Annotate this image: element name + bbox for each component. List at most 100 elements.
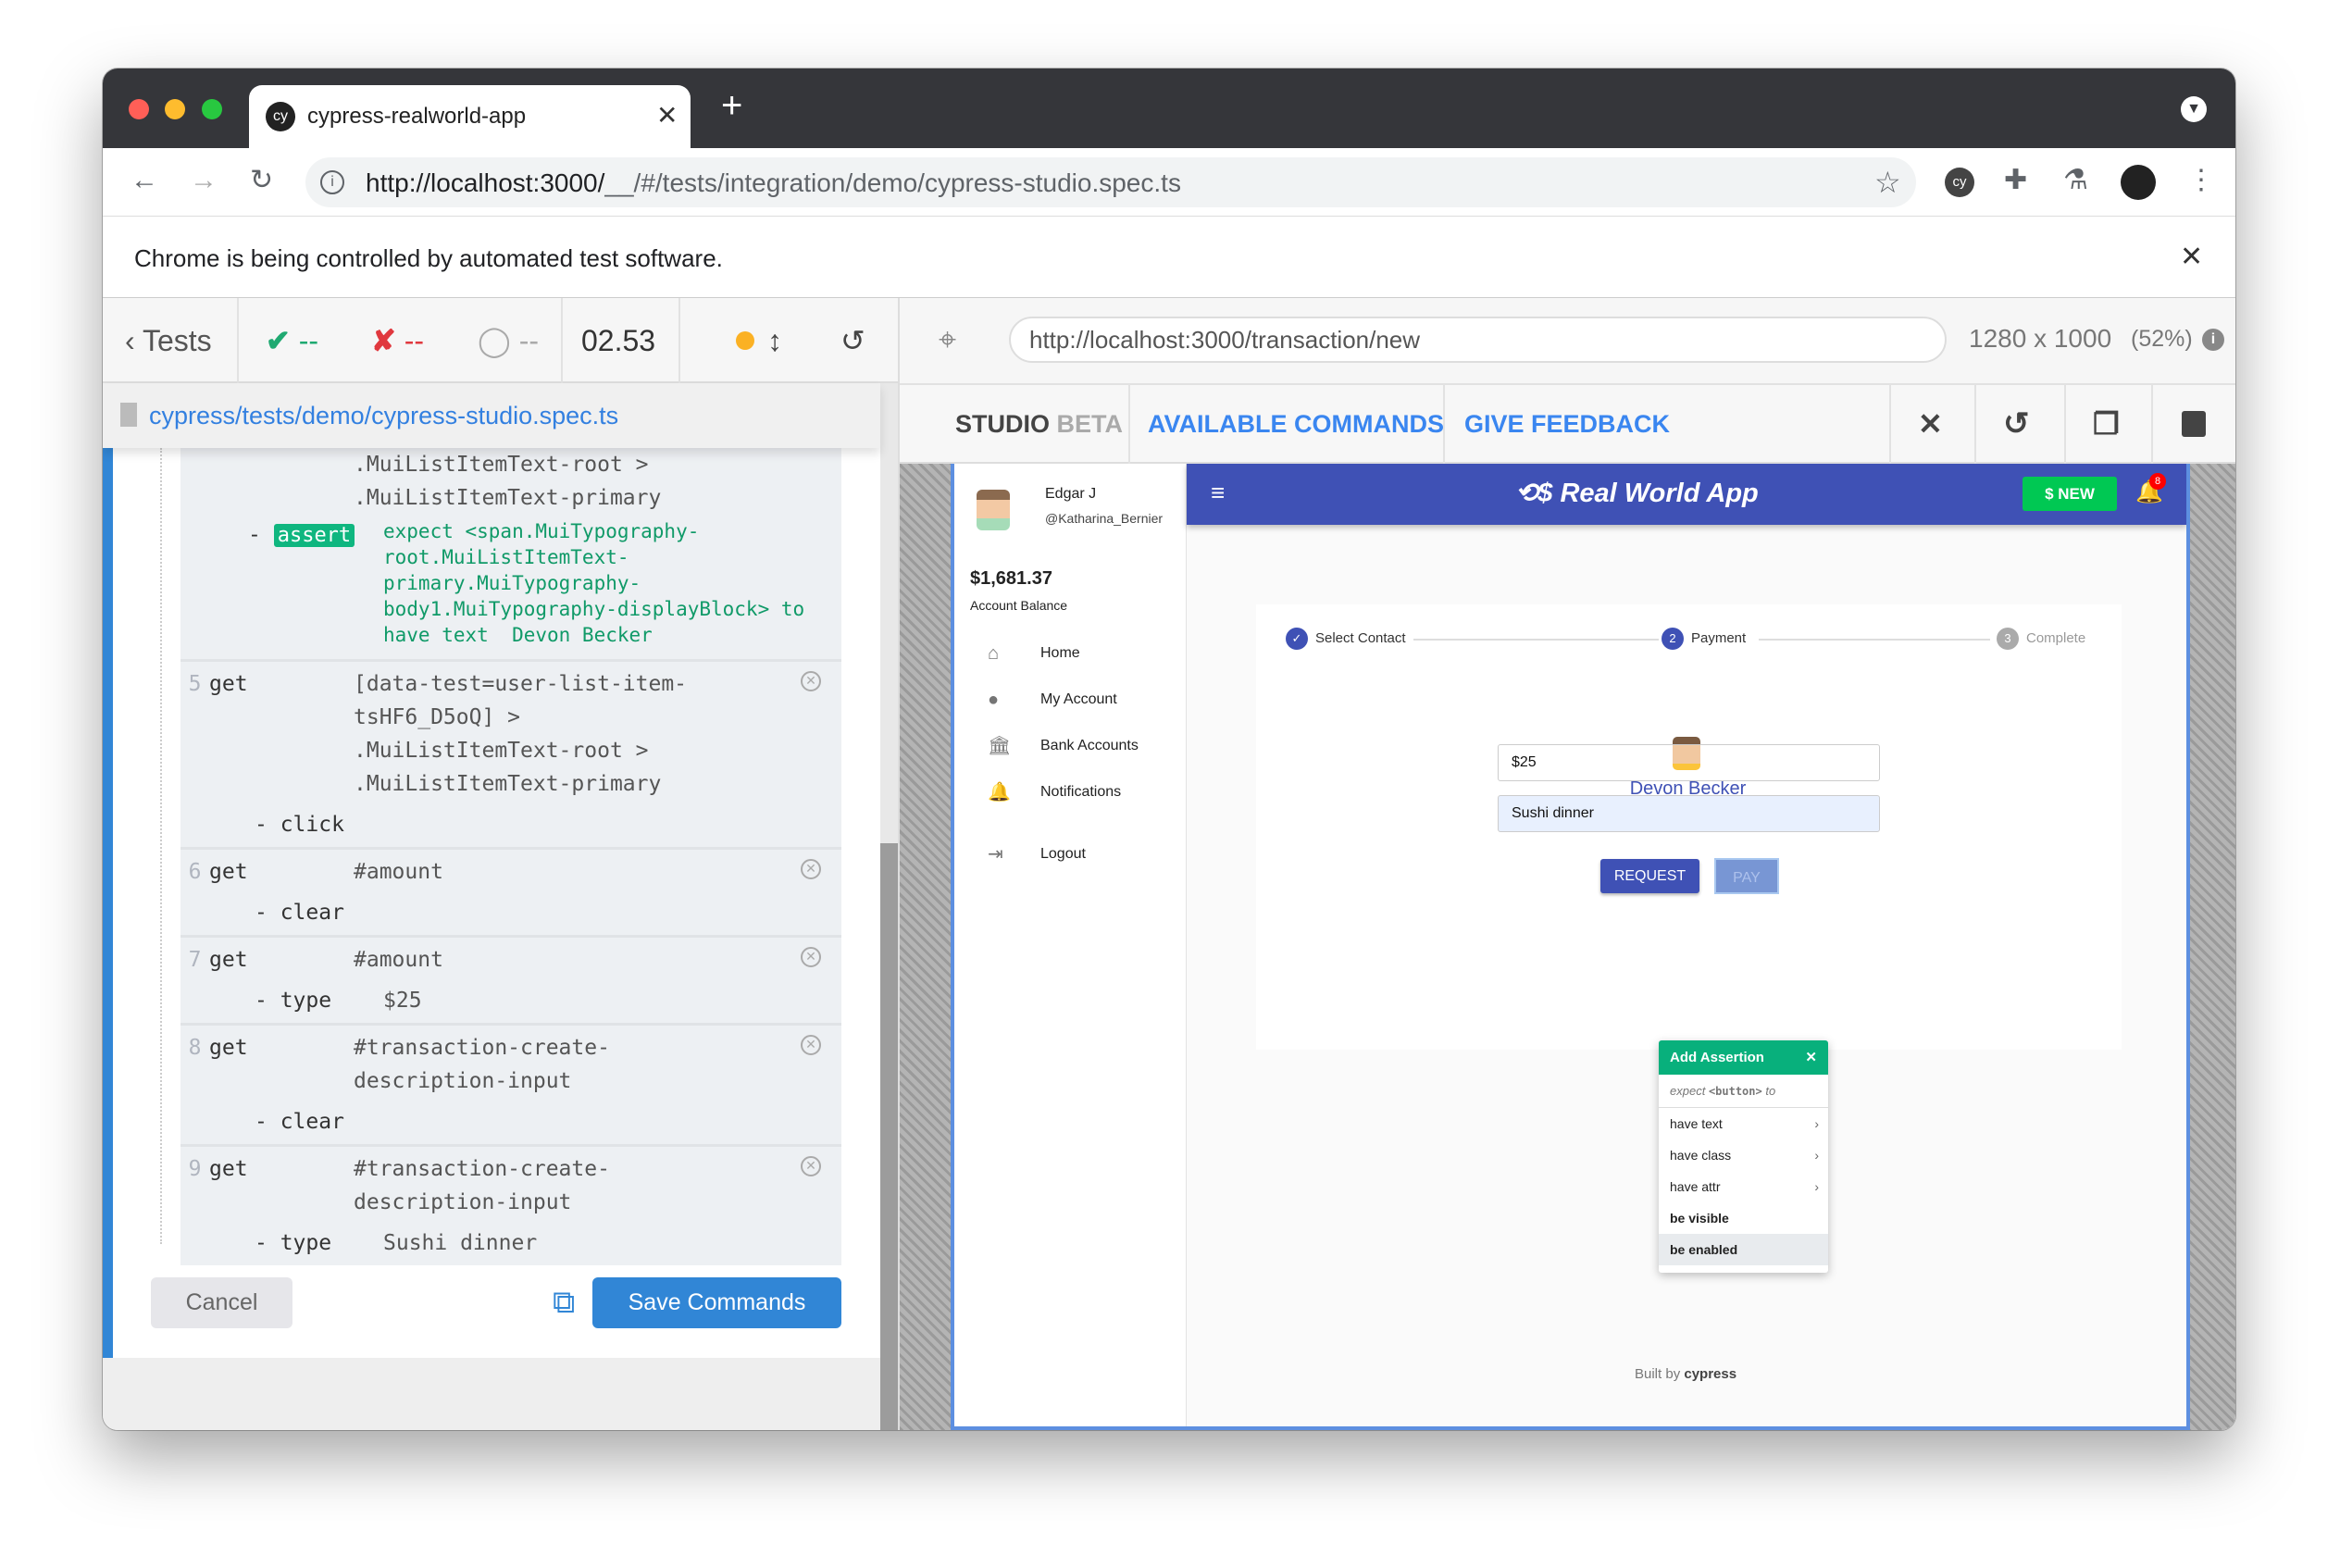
bank-icon: 🏛 — [988, 736, 1012, 756]
navigation-bar: ← → ↻ i http://localhost:3000/__/#/tests… — [103, 148, 2235, 217]
close-window-button[interactable] — [129, 99, 149, 119]
divider — [237, 298, 239, 383]
scrollbar[interactable] — [880, 383, 898, 1430]
log-row: 6 get #amount - clear ✕ — [180, 847, 841, 935]
site-info-icon[interactable]: i — [320, 170, 344, 194]
nav-bank-accounts[interactable]: 🏛 Bank Accounts — [954, 728, 1187, 765]
scrollbar-thumb[interactable] — [880, 843, 898, 1430]
command-name: get — [209, 672, 248, 696]
account-balance: $1,681.37 — [970, 568, 1052, 589]
add-assertion-menu: Add Assertion ✕ expect <button> to have t… — [1659, 1040, 1828, 1273]
assertion-be-enabled[interactable]: be enabled — [1659, 1234, 1828, 1265]
nav-home[interactable]: ⌂ Home — [954, 635, 1187, 672]
file-icon — [120, 403, 137, 427]
url-host: http://localhost:3000/ — [366, 168, 605, 197]
restart-studio-icon[interactable]: ↺ — [2003, 407, 2030, 441]
assertion-have-text[interactable]: have text › — [1659, 1108, 1828, 1139]
pending-circle-icon: ◯ — [478, 324, 511, 357]
real-world-app: Edgar J @Katharina_Bernier $1,681.37 Acc… — [951, 464, 2190, 1430]
close-infobar-icon[interactable]: ✕ — [2180, 241, 2203, 273]
viewport-info-icon[interactable]: i — [2202, 329, 2224, 351]
browser-tab[interactable]: cy cypress-realworld-app ✕ — [249, 85, 691, 148]
close-studio-icon[interactable]: ✕ — [1918, 407, 1943, 441]
aut-url-field[interactable]: http://localhost:3000/transaction/new — [1009, 317, 1947, 363]
rerun-icon[interactable]: ↺ — [840, 322, 865, 359]
chevron-right-icon: › — [1814, 1116, 1819, 1131]
sub-command-value: $25 — [383, 989, 422, 1013]
forward-icon[interactable]: → — [190, 167, 218, 194]
more-menu-icon[interactable]: ⋮ — [2187, 167, 2215, 194]
tab-bar: cy cypress-realworld-app ✕ + ▼ — [103, 68, 2235, 148]
row-number: 7 — [188, 948, 202, 972]
copy-commands-icon[interactable]: ⧉ — [553, 1285, 575, 1321]
sub-command-value — [383, 1105, 841, 1139]
assertion-subject: expect <button> to — [1659, 1075, 1828, 1108]
maximize-window-button[interactable] — [202, 99, 222, 119]
cypress-extension-icon[interactable]: cy — [1945, 168, 1974, 197]
selector-playground-crosshair-icon[interactable]: ⌖ — [939, 322, 956, 358]
assert-badge: assert — [273, 524, 355, 547]
row-number: 5 — [188, 672, 202, 696]
log-row: 5 get [data-test=user-list-item- tsHF6_D5o… — [180, 659, 841, 847]
request-button[interactable]: REQUEST — [1600, 859, 1699, 893]
reload-icon[interactable]: ↻ — [250, 167, 273, 194]
close-tab-icon[interactable]: ✕ — [656, 100, 678, 131]
menu-hamburger-icon[interactable]: ≡ — [1211, 479, 1225, 507]
log-row: 9 get #transaction-create- description-inp… — [180, 1144, 841, 1265]
user-username: @Katharina_Bernier — [1045, 511, 1164, 526]
spec-path-link[interactable]: cypress/tests/demo/cypress-studio.spec.t… — [149, 402, 618, 430]
log-row: 7 get #amount - type $25 ✕ — [180, 935, 841, 1023]
nav-logout[interactable]: ⇥ Logout — [954, 836, 1187, 873]
copy-icon[interactable]: ❐ — [2093, 407, 2120, 441]
lab-flask-icon[interactable]: ⚗ — [2063, 167, 2088, 194]
pay-button[interactable]: PAY — [1714, 858, 1779, 894]
tests-link[interactable]: ‹ Tests — [125, 322, 212, 359]
give-feedback-link[interactable]: GIVE FEEDBACK — [1464, 407, 1670, 441]
save-icon[interactable] — [2182, 411, 2206, 437]
pending-count: ◯ -- — [478, 324, 540, 357]
logout-icon: ⇥ — [988, 844, 1003, 865]
dotted-guide — [160, 448, 162, 1244]
new-tab-icon[interactable]: + — [721, 85, 742, 127]
bookmark-star-icon[interactable]: ☆ — [1874, 165, 1901, 200]
remove-command-icon[interactable]: ✕ — [801, 1035, 821, 1055]
address-bar[interactable]: i http://localhost:3000/__/#/tests/integ… — [305, 157, 1916, 207]
cypress-favicon-icon: cy — [266, 102, 295, 131]
remove-command-icon[interactable]: ✕ — [801, 1156, 821, 1176]
sub-command-value: Sushi dinner — [383, 1231, 538, 1255]
assertion-have-class[interactable]: have class › — [1659, 1139, 1828, 1171]
extensions-icon[interactable]: ✚ — [2004, 167, 2027, 194]
browser-window: cy cypress-realworld-app ✕ + ▼ ← → ↻ i h… — [103, 68, 2235, 1430]
row-number: 6 — [188, 860, 202, 884]
remove-command-icon[interactable]: ✕ — [801, 947, 821, 967]
available-commands-link[interactable]: AVAILABLE COMMANDS — [1148, 407, 1444, 441]
account-balance-label: Account Balance — [970, 598, 1068, 613]
cancel-button[interactable]: Cancel — [151, 1277, 292, 1328]
x-icon: ✘ — [371, 324, 396, 357]
studio-command-log: .MuiListItemText-root > .MuiListItemText… — [103, 448, 880, 1358]
tab-search-icon[interactable]: ▼ — [2181, 96, 2207, 122]
remove-command-icon[interactable]: ✕ — [801, 859, 821, 879]
chevron-right-icon: › — [1814, 1179, 1819, 1194]
nav-notifications[interactable]: 🔔 Notifications — [954, 774, 1187, 811]
nav-my-account[interactable]: ● My Account — [954, 681, 1187, 718]
save-commands-button[interactable]: Save Commands — [592, 1277, 841, 1328]
profile-avatar-icon[interactable] — [2121, 165, 2156, 200]
assert-message: expect <span.MuiTypography- root.MuiList… — [383, 520, 805, 646]
command-name: get — [209, 1157, 248, 1181]
row-number: 8 — [188, 1036, 202, 1060]
sub-command: - type — [255, 1231, 332, 1255]
description-input[interactable]: Sushi dinner — [1498, 795, 1880, 832]
minimize-window-button[interactable] — [165, 99, 185, 119]
assertion-have-attr[interactable]: have attr › — [1659, 1171, 1828, 1202]
amount-input[interactable]: $25 — [1498, 744, 1880, 781]
command-value: #amount — [354, 860, 443, 884]
assertion-be-visible[interactable]: be visible — [1659, 1202, 1828, 1234]
auto-scroll-toggle-icon[interactable]: ↕ — [767, 322, 782, 359]
log-row-partial: .MuiListItemText-root > .MuiListItemText… — [180, 448, 841, 659]
remove-command-icon[interactable]: ✕ — [801, 671, 821, 691]
bell-icon: 🔔 — [988, 782, 1011, 803]
back-icon[interactable]: ← — [131, 167, 158, 194]
close-assertion-icon[interactable]: ✕ — [1805, 1040, 1817, 1075]
new-transaction-button[interactable]: $ NEW — [2023, 477, 2117, 511]
